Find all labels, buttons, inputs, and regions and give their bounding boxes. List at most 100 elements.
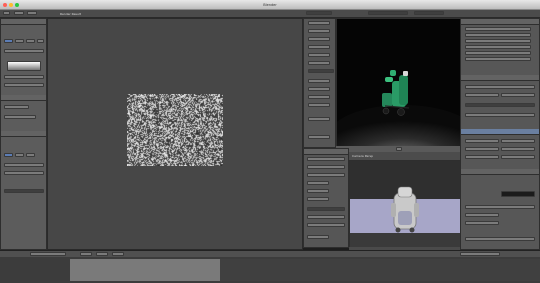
- render-noise-image: [127, 94, 223, 166]
- property-field[interactable]: [465, 139, 499, 143]
- panel-divider: [1, 95, 46, 101]
- node-button[interactable]: [307, 173, 345, 177]
- outliner-row[interactable]: [465, 45, 531, 49]
- preview-robot-scene: [350, 161, 461, 248]
- editor-type-menu[interactable]: [3, 11, 10, 15]
- property-button[interactable]: [308, 103, 330, 107]
- property-field[interactable]: [465, 213, 499, 217]
- outliner-row[interactable]: [465, 57, 531, 61]
- image-editor-area[interactable]: [47, 18, 303, 250]
- node-button[interactable]: [307, 235, 329, 239]
- tool-field[interactable]: [4, 49, 44, 53]
- tool-field[interactable]: [4, 171, 44, 175]
- property-field[interactable]: [465, 221, 499, 225]
- node-button[interactable]: [307, 181, 329, 185]
- property-field[interactable]: [501, 139, 535, 143]
- image-editor-header-label: Render Result: [60, 12, 81, 16]
- tool-field[interactable]: [4, 189, 44, 193]
- property-button[interactable]: [308, 87, 330, 91]
- preview-viewport[interactable]: [349, 160, 460, 247]
- viewport-mode-button[interactable]: [396, 147, 402, 151]
- scene-selector[interactable]: [368, 11, 408, 15]
- tool-option-button[interactable]: [26, 153, 35, 157]
- tool-field[interactable]: [4, 83, 44, 87]
- preview-header-label: Camera Persp: [352, 154, 373, 158]
- property-field[interactable]: [465, 205, 535, 209]
- render-button[interactable]: [306, 11, 332, 15]
- layout-selector[interactable]: [414, 11, 444, 15]
- tool-field[interactable]: [4, 163, 44, 167]
- property-field[interactable]: [501, 93, 535, 97]
- view-menu[interactable]: [27, 11, 37, 15]
- color-swatch[interactable]: [501, 191, 535, 197]
- tool-option-button[interactable]: [15, 153, 24, 157]
- tool-toggle-button[interactable]: [4, 39, 13, 43]
- property-field[interactable]: [501, 147, 535, 151]
- property-button[interactable]: [308, 61, 330, 65]
- outliner-row[interactable]: [465, 27, 531, 31]
- timeline-button[interactable]: [112, 252, 124, 256]
- property-field[interactable]: [465, 85, 535, 89]
- panel-divider: [1, 131, 46, 137]
- node-button[interactable]: [307, 157, 345, 161]
- property-button[interactable]: [308, 21, 330, 25]
- property-field[interactable]: [465, 93, 499, 97]
- timeline-button[interactable]: [30, 252, 66, 256]
- timeline-scrub-bar[interactable]: [70, 259, 220, 281]
- property-field[interactable]: [465, 103, 535, 107]
- color-gradient-swatch[interactable]: [7, 61, 41, 71]
- section-header: [461, 129, 539, 135]
- property-field[interactable]: [465, 155, 499, 159]
- property-button[interactable]: [308, 45, 330, 49]
- timeline-button[interactable]: [80, 252, 92, 256]
- tool-option-button[interactable]: [15, 39, 24, 43]
- tool-option-button[interactable]: [37, 39, 44, 43]
- render-viewport[interactable]: [336, 18, 460, 146]
- node-properties-column: [303, 18, 336, 148]
- timeline-track: [220, 259, 540, 281]
- top-header: Render Result: [0, 10, 540, 18]
- outliner-row[interactable]: [465, 39, 531, 43]
- property-button[interactable]: [308, 79, 330, 83]
- property-field[interactable]: [465, 147, 499, 151]
- property-field[interactable]: [501, 155, 535, 159]
- preview-header: Camera Persp: [349, 152, 460, 160]
- timeline-area[interactable]: [0, 250, 540, 283]
- outliner-row[interactable]: [465, 51, 531, 55]
- property-field[interactable]: [465, 113, 535, 117]
- tool-toggle-button[interactable]: [4, 153, 13, 157]
- tool-field[interactable]: [4, 75, 44, 79]
- tool-shelf: [0, 18, 47, 250]
- rendered-robot-scene: [337, 19, 461, 147]
- window-titlebar: Blender: [0, 0, 540, 10]
- tool-option-button[interactable]: [26, 39, 35, 43]
- timeline-button[interactable]: [96, 252, 108, 256]
- node-editor-sidebar: [303, 148, 349, 248]
- node-dropdown[interactable]: [307, 207, 345, 211]
- properties-tabs: [461, 75, 539, 81]
- file-menu[interactable]: [14, 11, 24, 15]
- tool-field[interactable]: [4, 105, 29, 109]
- tool-field[interactable]: [4, 115, 36, 119]
- node-button[interactable]: [307, 189, 329, 193]
- timeline-button[interactable]: [460, 252, 500, 256]
- node-button[interactable]: [307, 215, 345, 219]
- section-header: [461, 169, 539, 175]
- property-button[interactable]: [308, 37, 330, 41]
- property-field[interactable]: [465, 237, 535, 241]
- properties-editor: [460, 18, 540, 250]
- outliner-row[interactable]: [465, 33, 531, 37]
- properties-header: [461, 19, 539, 25]
- property-button[interactable]: [308, 135, 330, 139]
- node-button[interactable]: [307, 197, 329, 201]
- property-button[interactable]: [308, 53, 330, 57]
- property-dropdown[interactable]: [308, 69, 334, 73]
- window-title: Blender: [0, 3, 540, 7]
- property-button[interactable]: [308, 95, 330, 99]
- tool-shelf-header: [1, 19, 46, 25]
- node-editor-header: [304, 149, 348, 155]
- property-button[interactable]: [308, 117, 330, 121]
- property-button[interactable]: [308, 29, 330, 33]
- node-button[interactable]: [307, 165, 345, 169]
- node-button[interactable]: [307, 223, 345, 227]
